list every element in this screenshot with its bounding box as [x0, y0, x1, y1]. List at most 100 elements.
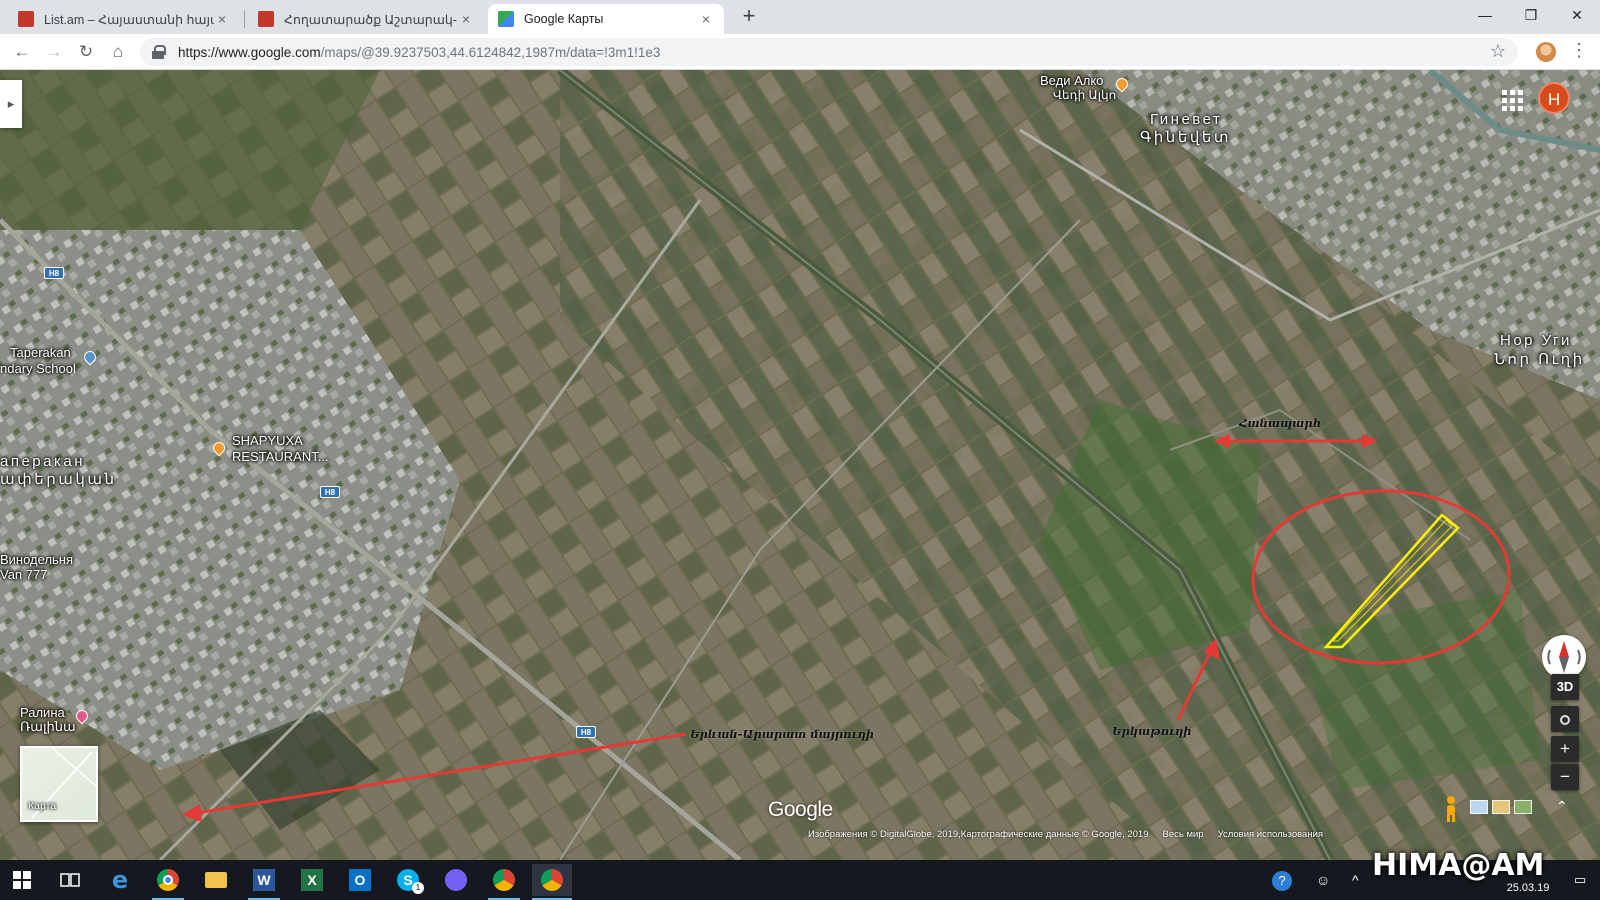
tab-divider [244, 10, 245, 28]
expand-layers-icon[interactable]: ⌃ [1556, 798, 1568, 815]
url-path: /maps/@39.9237503,44.6124842,1987m/data=… [320, 44, 661, 60]
close-tab-icon[interactable]: × [458, 11, 474, 27]
satellite-map[interactable]: ▸ H Веди Алко Վեդի Ալկո Гиневет Գինեվետ … [0, 70, 1600, 860]
notifications-icon[interactable]: ▭ [1574, 860, 1586, 900]
tab-strip: List.am – Հայաստանի հայտարարություններ ×… [0, 0, 1600, 34]
label-winery[interactable]: Винодельня [0, 553, 73, 567]
close-tab-icon[interactable]: × [214, 11, 230, 27]
label-shapyuxa[interactable]: SHAPYUXA [232, 434, 303, 448]
chrome-taskbar-button[interactable] [148, 864, 188, 900]
account-avatar[interactable]: H [1538, 82, 1570, 114]
file-explorer-button[interactable] [196, 864, 236, 896]
home-button[interactable]: ⌂ [106, 40, 130, 64]
word-button[interactable]: W [244, 864, 284, 900]
address-bar[interactable]: https://www.google.com/maps/@39.9237503,… [140, 38, 1518, 66]
viber-icon [445, 869, 467, 891]
label-taperakan-school-2: ndary School [0, 361, 76, 376]
lock-icon [152, 45, 166, 59]
imagery-attribution[interactable]: Изображения © DigitalGlobe, 2019,Картогр… [808, 829, 1148, 843]
label-taperakan-ru: аперакан [0, 453, 86, 470]
skype-badge: 1 [412, 882, 424, 894]
annotation-railway: Երկաթուղի [1112, 724, 1192, 738]
close-tab-icon[interactable]: × [698, 11, 714, 27]
attribution-bar: Изображения © DigitalGlobe, 2019,Картогр… [808, 829, 1323, 843]
profile-avatar[interactable] [1536, 42, 1556, 62]
help-icon[interactable]: ? [1272, 860, 1292, 900]
back-button[interactable]: ← [10, 40, 34, 64]
chrome-icon [541, 869, 563, 891]
label-nor-ughi-arm: Նոր Ուղի [1494, 351, 1585, 368]
tab-title: Google Карты [524, 12, 604, 26]
task-view-icon [60, 873, 80, 887]
label-nor-ughi: Нор Уги [1500, 332, 1572, 349]
new-tab-button[interactable]: + [736, 4, 762, 30]
road-shield-h8: H8 [44, 267, 64, 279]
3d-toggle-button[interactable]: 3D [1551, 674, 1579, 700]
tray-expand-icon[interactable]: ^ [1352, 860, 1359, 900]
people-icon[interactable]: ☺ [1316, 860, 1330, 900]
tab-list-am[interactable]: List.am – Հայաստանի հայտարարություններ × [8, 4, 240, 34]
layer-satellite-icon[interactable] [1514, 800, 1532, 814]
reload-button[interactable]: ↻ [74, 40, 98, 64]
label-vedi-alko-arm: Վեդի Ալկո [1053, 88, 1117, 102]
forward-button[interactable]: → [42, 40, 66, 64]
my-location-icon [1560, 714, 1570, 725]
viber-button[interactable] [436, 864, 476, 896]
label-ginevet: Гиневет [1150, 111, 1223, 128]
satellite-imagery [0, 70, 1600, 860]
label-ralina-arm: Ռալինա [20, 719, 76, 734]
google-apps-icon[interactable] [1500, 88, 1523, 111]
terms-link[interactable]: Условия использования [1218, 829, 1323, 843]
label-taperakan-school[interactable]: Taperakan [10, 346, 71, 360]
windows-taskbar: e W X O S 1 ? ☺ ^ 25.03.19 ▭ [0, 860, 1600, 900]
chrome-icon [157, 869, 179, 891]
chrome-window-2-button[interactable] [484, 864, 524, 900]
edge-button[interactable]: e [100, 864, 140, 896]
zoom-in-button[interactable]: + [1551, 736, 1579, 762]
tab-title: Հողատարածք Աշտարակ-Ապարան [284, 12, 458, 27]
excel-button[interactable]: X [292, 864, 332, 896]
road-shield-h8: H8 [576, 726, 596, 738]
tab-title: List.am – Հայաստանի հայտարարություններ [44, 12, 214, 27]
outlook-icon: O [349, 869, 371, 891]
tab-google-maps[interactable]: Google Карты × [488, 4, 724, 34]
close-window-button[interactable]: ✕ [1554, 0, 1600, 30]
compass-control[interactable] [1542, 635, 1586, 679]
chrome-icon [493, 869, 515, 891]
road-shield-h8: H8 [320, 486, 340, 498]
layer-thumbnails[interactable] [1470, 800, 1540, 820]
excel-icon: X [301, 869, 323, 891]
tab-land-plot[interactable]: Հողատարածք Աշտարակ-Ապարան × [248, 4, 484, 34]
browser-toolbar: ← → ↻ ⌂ https://www.google.com/maps/@39.… [0, 34, 1600, 70]
label-ralina[interactable]: Ралина [20, 706, 65, 720]
google-maps-favicon-icon [498, 11, 514, 27]
google-logo: Google [768, 798, 833, 821]
list-am-favicon-icon [18, 11, 34, 27]
zoom-out-button[interactable]: − [1551, 764, 1579, 790]
bookmark-star-icon[interactable]: ☆ [1490, 41, 1506, 62]
word-icon: W [253, 869, 275, 891]
map-view-toggle[interactable]: Карта [20, 746, 98, 822]
label-taperakan-arm: ափերական [0, 471, 117, 488]
my-location-button[interactable] [1551, 706, 1579, 732]
task-view-button[interactable] [50, 864, 90, 896]
annotation-highway: Երևան-Արարատ մայրուղի [690, 727, 875, 741]
skype-button[interactable]: S 1 [388, 864, 428, 896]
browser-menu-icon[interactable]: ⋮ [1570, 40, 1588, 61]
layer-terrain-icon[interactable] [1470, 800, 1488, 814]
maximize-button[interactable]: ❐ [1508, 0, 1554, 30]
label-vedi-alko[interactable]: Веди Алко [1040, 74, 1103, 88]
start-button[interactable] [2, 864, 42, 896]
pegman-icon[interactable] [1438, 794, 1464, 824]
minimize-button[interactable]: — [1462, 0, 1508, 30]
label-ginevet-arm: Գինեվետ [1140, 129, 1231, 146]
world-link[interactable]: Весь мир [1162, 829, 1203, 843]
edge-icon: e [111, 866, 129, 894]
chrome-window-3-button[interactable] [532, 864, 572, 900]
outlook-button[interactable]: O [340, 864, 380, 896]
annotation-road: Հանապարհ [1239, 416, 1322, 430]
layer-traffic-icon[interactable] [1492, 800, 1510, 814]
side-panel-toggle[interactable]: ▸ [0, 80, 22, 128]
site-watermark: HIMA@AM [1372, 848, 1545, 883]
url-host: https://www.google.com [178, 44, 321, 60]
